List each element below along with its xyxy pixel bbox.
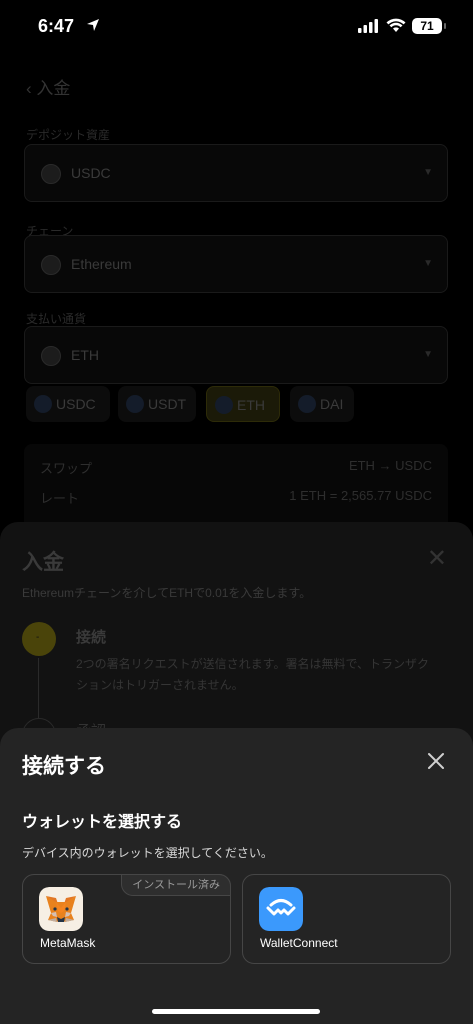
chevron-down-icon: ▼: [423, 258, 433, 269]
chevron-down-icon: ▼: [423, 167, 433, 178]
wallet-name-walletconnect: WalletConnect: [260, 936, 338, 950]
swap-summary: スワップ ETH → USDC レート 1 ETH = 2,565.77 USD…: [24, 444, 448, 534]
dai-icon: [298, 395, 316, 413]
metamask-fox-icon: [39, 887, 83, 931]
eth-icon: [215, 396, 233, 414]
deposit-page-background: ‹ 入金 デポジット資産 USDC ▼ チェーン Ethereum ▼ 支払い通…: [0, 54, 473, 534]
rate-label: レート: [40, 491, 80, 506]
swap-label: スワップ: [40, 461, 93, 476]
select-wallet-description: デバイス内のウォレットを選択してください。: [22, 846, 273, 860]
pay-value: ETH: [71, 347, 99, 363]
cellular-signal-icon: [358, 19, 378, 33]
chain-value: Ethereum: [71, 256, 132, 272]
battery-indicator: 71: [412, 18, 446, 34]
chip-usdt: USDT: [118, 386, 196, 422]
wifi-icon: [386, 18, 406, 32]
chip-eth: ETH: [206, 386, 280, 422]
wallet-name-metamask: MetaMask: [40, 936, 96, 950]
walletconnect-icon: [259, 887, 303, 931]
status-bar: 6:47 71: [0, 0, 473, 54]
connect-wallet-sheet: 接続する ウォレットを選択する デバイス内のウォレットを選択してください。 イン…: [0, 728, 473, 1024]
asset-label: デポジット資産: [26, 128, 111, 142]
location-arrow-icon: [87, 19, 99, 31]
select-wallet-heading: ウォレットを選択する: [22, 814, 183, 831]
chip-usdc: USDC: [26, 386, 110, 422]
chip-dai: DAI: [290, 386, 354, 422]
connect-sheet-title: 接続する: [22, 755, 106, 778]
asset-select: USDC ▼: [24, 144, 448, 202]
status-time: 6:47: [38, 16, 75, 36]
chain-select: Ethereum ▼: [24, 235, 448, 293]
close-icon[interactable]: [421, 746, 451, 776]
page-header: ‹ 入金: [26, 74, 70, 99]
step-1-title: 接続: [76, 629, 107, 646]
rate-value: 1 ETH = 2,565.77 USDC: [289, 488, 432, 503]
deposit-description: Ethereumチェーンを介してETHで0.01を入金します。: [22, 586, 312, 600]
step-connector: [38, 658, 39, 718]
usdt-icon: [126, 395, 144, 413]
usdc-icon: [41, 164, 61, 184]
close-icon: ✕: [426, 545, 447, 572]
installed-badge: インストール済み: [121, 874, 231, 896]
eth-icon: [41, 346, 61, 366]
wallet-option-walletconnect[interactable]: WalletConnect: [242, 874, 451, 964]
page-title: 入金: [36, 79, 71, 98]
pay-select: ETH ▼: [24, 326, 448, 384]
asset-value: USDC: [71, 165, 111, 181]
ethereum-icon: [41, 255, 61, 275]
usdc-icon: [34, 395, 52, 413]
swap-value: ETH → USDC: [348, 458, 432, 473]
back-chevron-icon: ‹: [26, 79, 32, 98]
deposit-sheet-title: 入金: [22, 551, 64, 574]
chevron-down-icon: ▼: [423, 349, 433, 360]
wallet-option-metamask[interactable]: インストール済み MetaMask: [22, 874, 231, 964]
step-1-description: 2つの署名リクエストが送信されます。署名は無料で、トランザクションはトリガーされ…: [76, 657, 429, 692]
step-1-indicator: -: [22, 622, 56, 656]
home-indicator[interactable]: [152, 1009, 320, 1014]
pay-label: 支払い通貨: [26, 312, 87, 326]
